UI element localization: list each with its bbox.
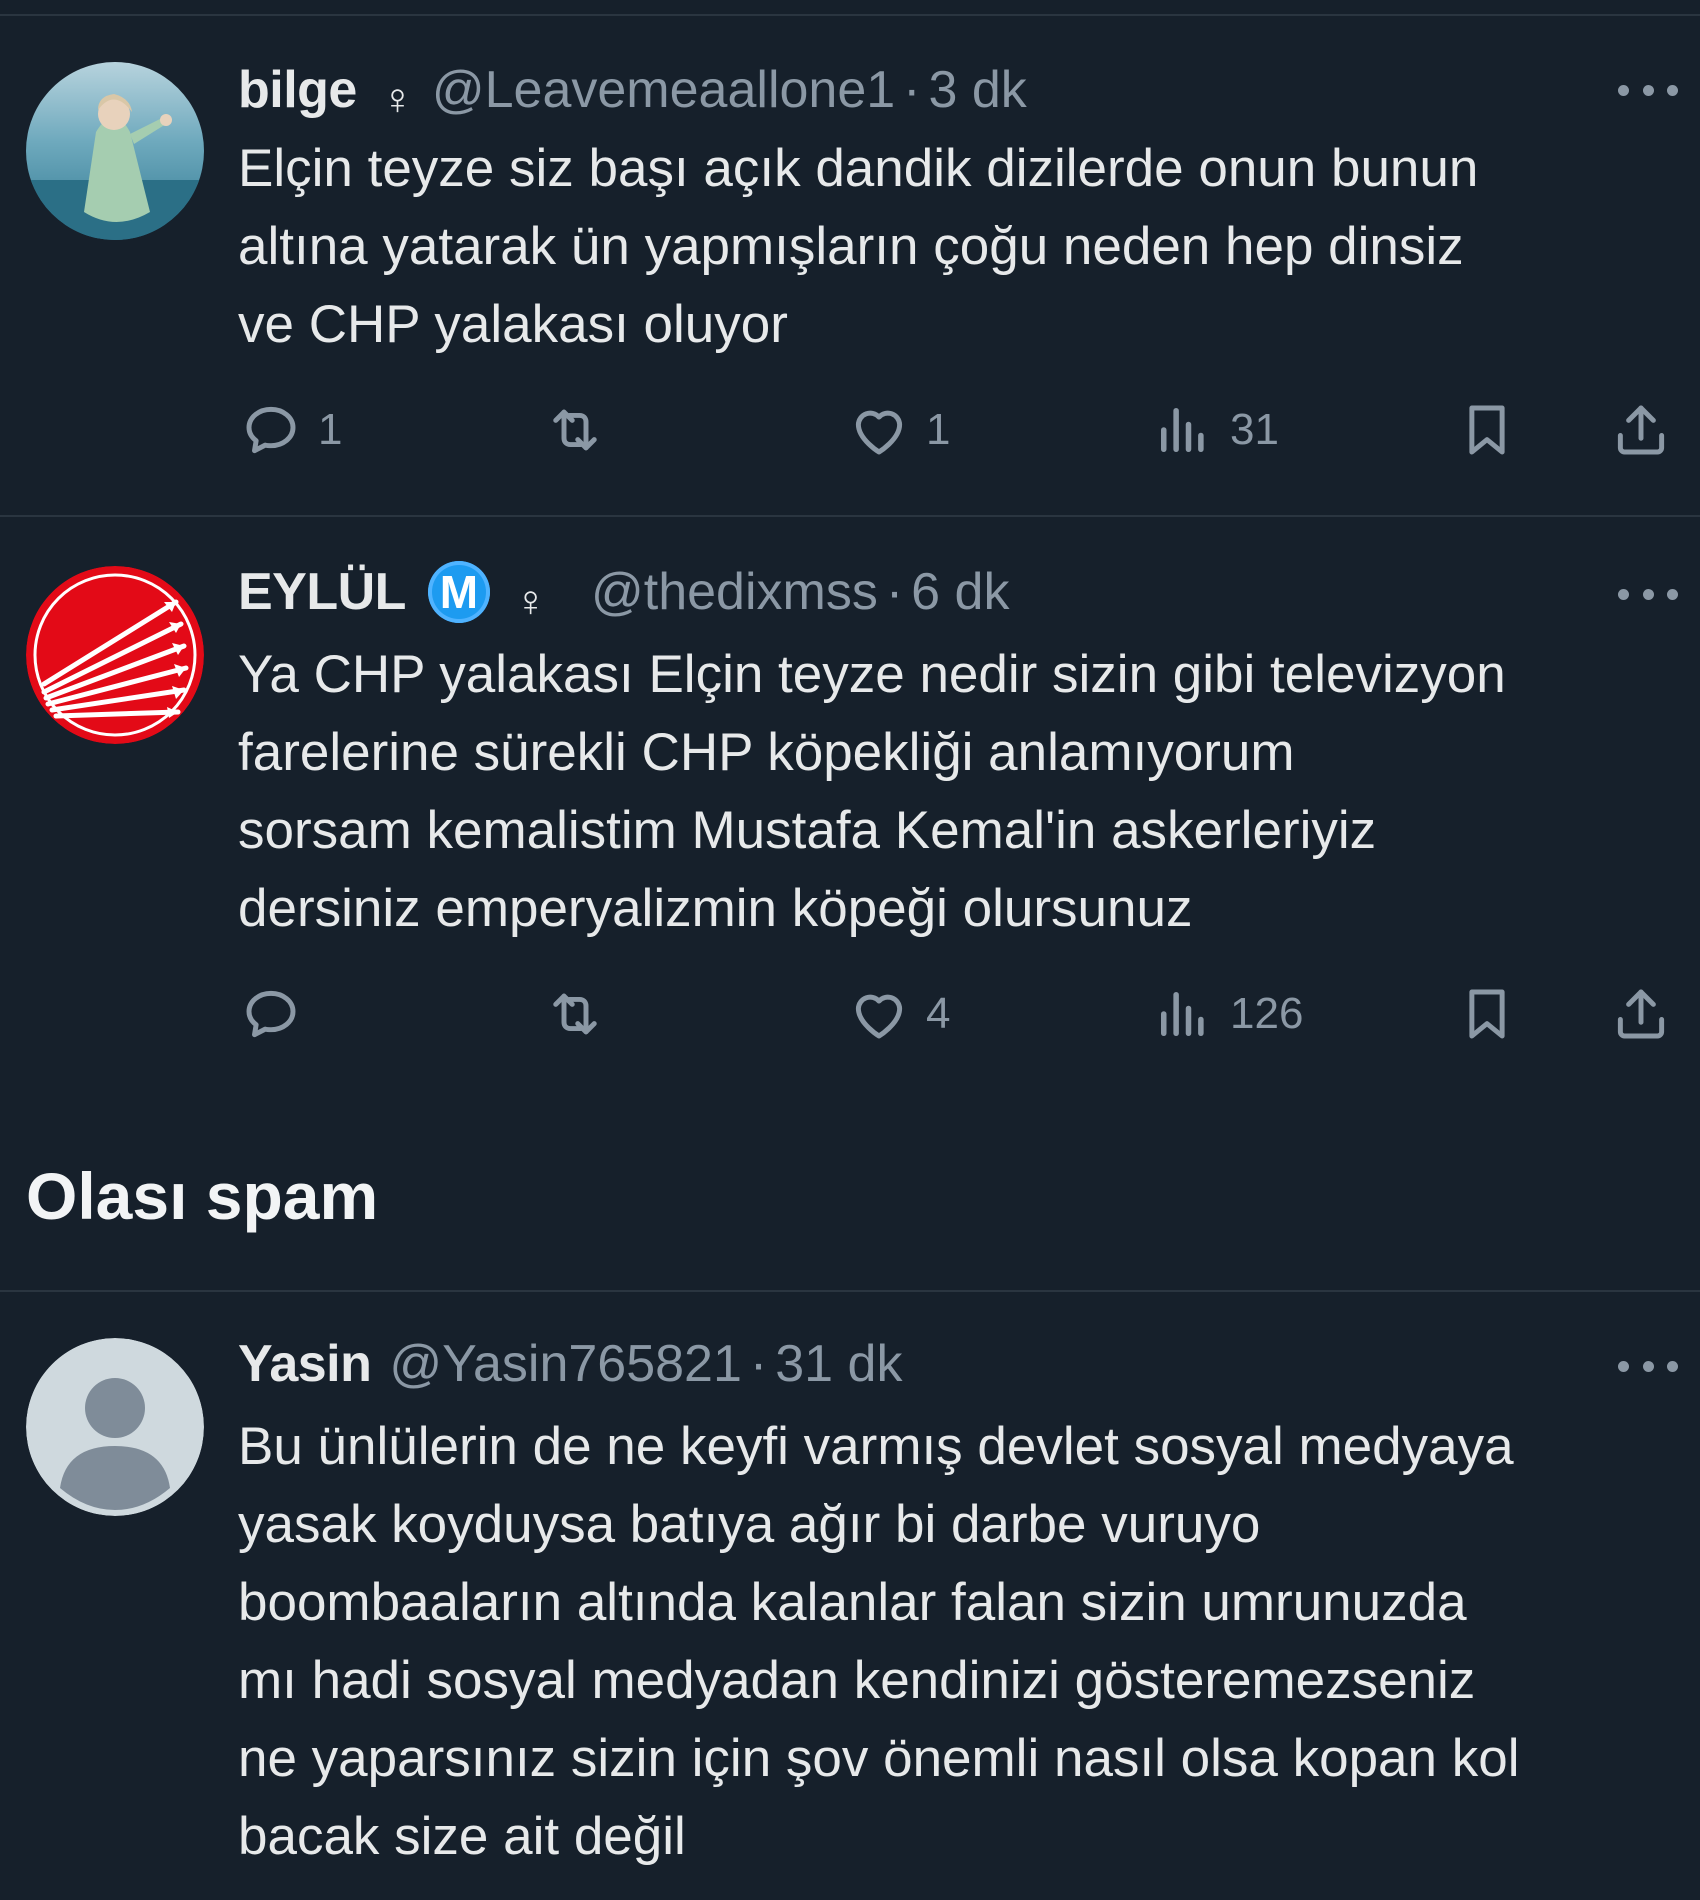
- reply-icon: [246, 406, 296, 454]
- display-name[interactable]: Yasin: [238, 1334, 372, 1394]
- username[interactable]: @Leavemeaallone1: [432, 60, 895, 120]
- retweet-icon: [553, 409, 597, 451]
- view-count: 126: [1230, 989, 1304, 1038]
- bookmark-icon: [1469, 405, 1505, 455]
- timestamp[interactable]: 31 dk: [775, 1334, 902, 1394]
- views-button[interactable]: 126: [1150, 974, 1303, 1054]
- verified-badge-icon: M: [427, 561, 490, 623]
- like-count: 4: [926, 989, 951, 1038]
- like-count: 1: [926, 405, 951, 454]
- default-avatar-icon: [26, 1338, 204, 1516]
- tweet-header: bilge ♀ @Leavemeaallone1 · 3 dk: [238, 58, 1027, 124]
- avatar-photo: [26, 62, 204, 240]
- views-button[interactable]: 31: [1150, 390, 1279, 470]
- timestamp[interactable]: 3 dk: [929, 60, 1027, 120]
- view-count: 31: [1230, 405, 1279, 454]
- section-divider: [0, 1290, 1700, 1292]
- timestamp[interactable]: 6 dk: [911, 562, 1009, 622]
- separator-dot: ·: [749, 1335, 768, 1393]
- bookmark-icon: [1469, 989, 1505, 1039]
- reply-button[interactable]: 1: [238, 390, 342, 470]
- retweet-button[interactable]: [542, 390, 608, 470]
- separator-dot: ·: [885, 563, 904, 621]
- display-name[interactable]: bilge: [238, 60, 357, 120]
- avatar[interactable]: [26, 1338, 204, 1516]
- retweet-button[interactable]: [542, 974, 608, 1054]
- tweet-divider: [0, 515, 1700, 517]
- avatar[interactable]: [26, 566, 204, 744]
- retweet-icon: [553, 993, 597, 1035]
- more-icon[interactable]: [1618, 1346, 1678, 1386]
- tweet-text: Bu ünlülerin de ne keyfi varmış devlet s…: [238, 1417, 1520, 1866]
- views-icon: [1161, 408, 1204, 452]
- heart-icon: [855, 410, 903, 455]
- share-button[interactable]: [1608, 974, 1674, 1054]
- bookmark-button[interactable]: [1454, 974, 1520, 1054]
- tweet-header: EYLÜL M ♀ @thedixmss · 6 dk: [238, 560, 1009, 626]
- timeline: bilge ♀ @Leavemeaallone1 · 3 dk Elçin te…: [0, 0, 1700, 1900]
- more-icon[interactable]: [1618, 70, 1678, 110]
- display-name[interactable]: EYLÜL: [238, 562, 406, 622]
- female-sign-icon: ♀: [380, 75, 414, 124]
- avatar[interactable]: [26, 62, 204, 240]
- top-divider: [0, 14, 1700, 16]
- bookmark-button[interactable]: [1454, 390, 1520, 470]
- reply-button[interactable]: [238, 974, 318, 1054]
- female-sign-icon: ♀: [513, 577, 547, 626]
- reply-icon: [246, 990, 296, 1038]
- tweet-actions: 4 126: [238, 974, 1678, 1054]
- chp-logo-avatar: [26, 566, 204, 744]
- share-icon: [1617, 989, 1665, 1039]
- like-button[interactable]: 1: [846, 390, 950, 470]
- reply-count: 1: [318, 405, 343, 454]
- section-title: Olası spam: [26, 1159, 379, 1233]
- tweet-text: Ya CHP yalakası Elçin teyze nedir sizin …: [238, 645, 1506, 938]
- heart-icon: [855, 994, 903, 1039]
- share-button[interactable]: [1608, 390, 1674, 470]
- views-icon: [1161, 992, 1204, 1036]
- like-button[interactable]: 4: [846, 974, 950, 1054]
- tweet-actions: 1 1 31: [238, 390, 1678, 470]
- separator-dot: ·: [903, 61, 921, 119]
- more-icon[interactable]: [1618, 574, 1678, 614]
- username[interactable]: @Yasin765821: [389, 1334, 742, 1394]
- share-icon: [1617, 405, 1665, 455]
- tweet-header: Yasin @Yasin765821 · 31 dk: [238, 1332, 902, 1396]
- tweet-text: Elçin teyze siz başı açık dandik diziler…: [238, 139, 1479, 354]
- username[interactable]: @thedixmss: [591, 562, 878, 622]
